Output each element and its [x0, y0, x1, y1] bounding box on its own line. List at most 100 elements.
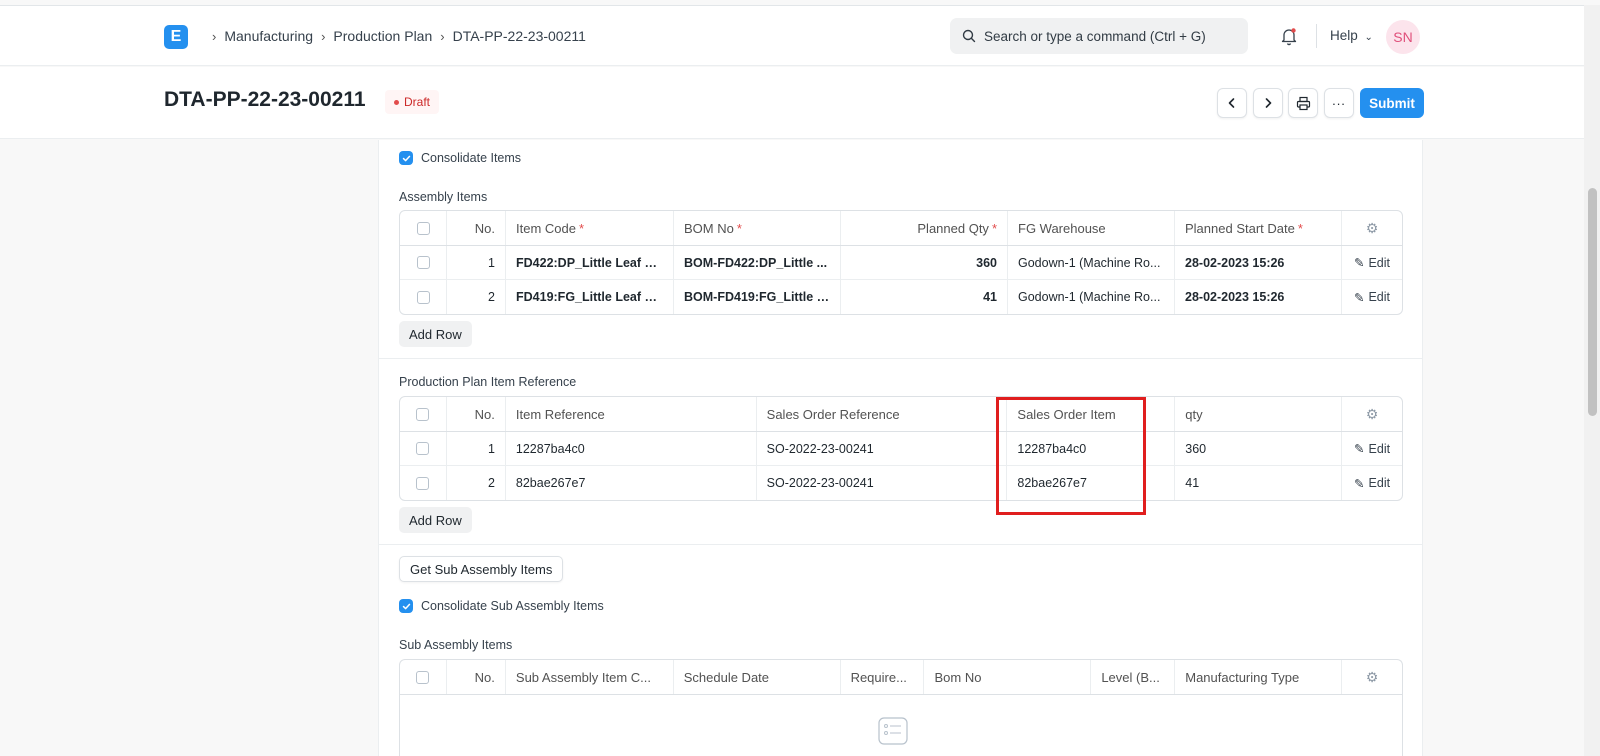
search-bar[interactable]: [950, 18, 1248, 54]
status-text: Draft: [404, 95, 431, 109]
pencil-icon: ✎: [1354, 442, 1365, 456]
column-settings-button[interactable]: ⚙: [1342, 397, 1402, 431]
qty-cell[interactable]: 41: [1175, 466, 1343, 500]
next-doc-button[interactable]: [1253, 88, 1283, 118]
qty-cell[interactable]: 360: [1175, 432, 1343, 465]
consolidate-items-checkbox[interactable]: Consolidate Items: [399, 151, 521, 165]
consolidate-sub-assembly-checkbox[interactable]: Consolidate Sub Assembly Items: [399, 599, 604, 613]
select-all-cell[interactable]: [400, 397, 447, 431]
print-button[interactable]: [1288, 88, 1318, 118]
edit-label: Edit: [1368, 290, 1391, 304]
column-header: Item Reference: [506, 397, 757, 431]
breadcrumb-current-doc[interactable]: DTA-PP-22-23-00211: [453, 28, 586, 44]
chevron-left-icon: [1228, 98, 1235, 108]
table-header-row: No. Item Code * BOM No * Planned Qty * FG W…: [400, 211, 1402, 246]
table-row[interactable]: 2 82bae267e7 SO-2022-23-00241 82bae267e7…: [400, 466, 1402, 500]
avatar[interactable]: SN: [1386, 20, 1420, 54]
breadcrumb-production-plan[interactable]: Production Plan: [333, 28, 432, 44]
row-select-cell[interactable]: [400, 280, 447, 314]
column-header: Item Code *: [506, 211, 674, 245]
item-code-cell[interactable]: FD419:FG_Little Leaf Cl...: [506, 280, 674, 314]
status-dot-icon: [394, 100, 399, 106]
chevron-down-icon: ⌄: [1364, 32, 1373, 43]
app-logo[interactable]: E: [164, 25, 188, 49]
item-reference-table: No. Item Reference Sales Order Reference…: [399, 396, 1403, 501]
row-number: 2: [447, 466, 506, 500]
column-settings-button[interactable]: ⚙: [1342, 660, 1402, 694]
table-row[interactable]: 1 12287ba4c0 SO-2022-23-00241 12287ba4c0…: [400, 432, 1402, 466]
column-header: qty: [1175, 397, 1343, 431]
item-code-cell[interactable]: FD422:DP_Little Leaf G...: [506, 246, 674, 279]
table-row[interactable]: 1 FD422:DP_Little Leaf G... BOM-FD422:DP…: [400, 246, 1402, 280]
edit-row-button[interactable]: ✎ Edit: [1342, 432, 1402, 465]
page-scrollbar-thumb[interactable]: [1588, 188, 1597, 416]
sales-order-reference-cell[interactable]: SO-2022-23-00241: [757, 432, 1008, 465]
navbar: E › Manufacturing › Production Plan › DT…: [0, 5, 1584, 66]
column-header: Sub Assembly Item C...: [506, 660, 674, 694]
pencil-icon: ✎: [1353, 256, 1365, 270]
row-checkbox[interactable]: [416, 476, 430, 490]
row-select-cell[interactable]: [400, 246, 447, 279]
column-header: Sales Order Reference: [757, 397, 1008, 431]
add-row-button[interactable]: Add Row: [399, 507, 472, 533]
row-select-cell[interactable]: [400, 432, 447, 465]
gear-icon: ⚙: [1365, 219, 1379, 236]
help-label: Help: [1330, 28, 1358, 43]
column-header: No.: [447, 660, 506, 694]
row-checkbox[interactable]: [416, 442, 430, 455]
planned-start-date-cell[interactable]: 28-02-2023 15:26: [1175, 280, 1342, 314]
row-number: 2: [447, 280, 506, 314]
fg-warehouse-cell[interactable]: Godown-1 (Machine Ro...: [1008, 280, 1175, 314]
select-all-checkbox[interactable]: [416, 670, 430, 684]
select-all-checkbox[interactable]: [416, 221, 430, 235]
edit-label: Edit: [1368, 476, 1391, 490]
form-card: Consolidate Items Assembly Items No. Ite…: [378, 140, 1423, 756]
item-reference-cell[interactable]: 12287ba4c0: [506, 432, 757, 465]
planned-qty-cell[interactable]: 360: [841, 246, 1008, 279]
select-all-cell[interactable]: [400, 660, 447, 694]
edit-row-button[interactable]: ✎ Edit: [1342, 246, 1402, 279]
checkbox-checked-icon: [399, 151, 413, 165]
edit-row-button[interactable]: ✎ Edit: [1342, 280, 1402, 314]
chevron-right-icon: ›: [212, 28, 217, 44]
previous-doc-button[interactable]: [1217, 88, 1247, 118]
row-checkbox[interactable]: [416, 256, 430, 269]
assembly-items-table: No. Item Code * BOM No * Planned Qty * FG W…: [399, 210, 1403, 315]
column-header: Manufacturing Type: [1175, 660, 1343, 694]
planned-start-date-cell[interactable]: 28-02-2023 15:26: [1175, 246, 1342, 279]
add-row-button[interactable]: Add Row: [399, 321, 472, 347]
more-actions-button[interactable]: ...: [1324, 88, 1354, 118]
column-settings-button[interactable]: ⚙: [1342, 211, 1402, 245]
section-divider: [379, 358, 1422, 359]
checkbox-checked-icon: [399, 599, 413, 613]
submit-button[interactable]: Submit: [1360, 88, 1424, 118]
bom-no-cell[interactable]: BOM-FD422:DP_Little ...: [674, 246, 841, 279]
pencil-icon: ✎: [1354, 476, 1365, 491]
edit-row-button[interactable]: ✎ Edit: [1342, 466, 1402, 500]
notification-bell-icon[interactable]: [1278, 25, 1300, 47]
select-all-cell[interactable]: [400, 211, 447, 245]
column-header: Planned Qty *: [841, 211, 1008, 245]
item-reference-cell[interactable]: 82bae267e7: [506, 466, 757, 500]
planned-qty-cell[interactable]: 41: [841, 280, 1008, 314]
column-header: Schedule Date: [674, 660, 841, 694]
status-badge: Draft: [385, 90, 440, 114]
select-all-checkbox[interactable]: [416, 407, 430, 421]
breadcrumb-manufacturing[interactable]: Manufacturing: [224, 28, 313, 44]
help-dropdown[interactable]: Help ⌄: [1330, 28, 1373, 43]
consolidate-sub-assembly-label: Consolidate Sub Assembly Items: [421, 599, 604, 613]
more-dots-icon: ...: [1332, 93, 1346, 108]
fg-warehouse-cell[interactable]: Godown-1 (Machine Ro...: [1008, 246, 1175, 279]
bom-no-cell[interactable]: BOM-FD419:FG_Little L...: [674, 280, 841, 314]
navbar-divider: [1316, 24, 1317, 48]
get-sub-assembly-items-button[interactable]: Get Sub Assembly Items: [399, 556, 564, 582]
edit-label: Edit: [1368, 255, 1391, 270]
row-select-cell[interactable]: [400, 466, 447, 500]
table-row[interactable]: 2 FD419:FG_Little Leaf Cl... BOM-FD419:F…: [400, 280, 1402, 314]
sales-order-reference-cell[interactable]: SO-2022-23-00241: [757, 466, 1008, 500]
column-header: No.: [447, 211, 506, 245]
row-number: 1: [447, 246, 506, 279]
search-input[interactable]: [984, 28, 1234, 44]
search-icon: [962, 29, 976, 43]
row-checkbox[interactable]: [416, 290, 430, 304]
